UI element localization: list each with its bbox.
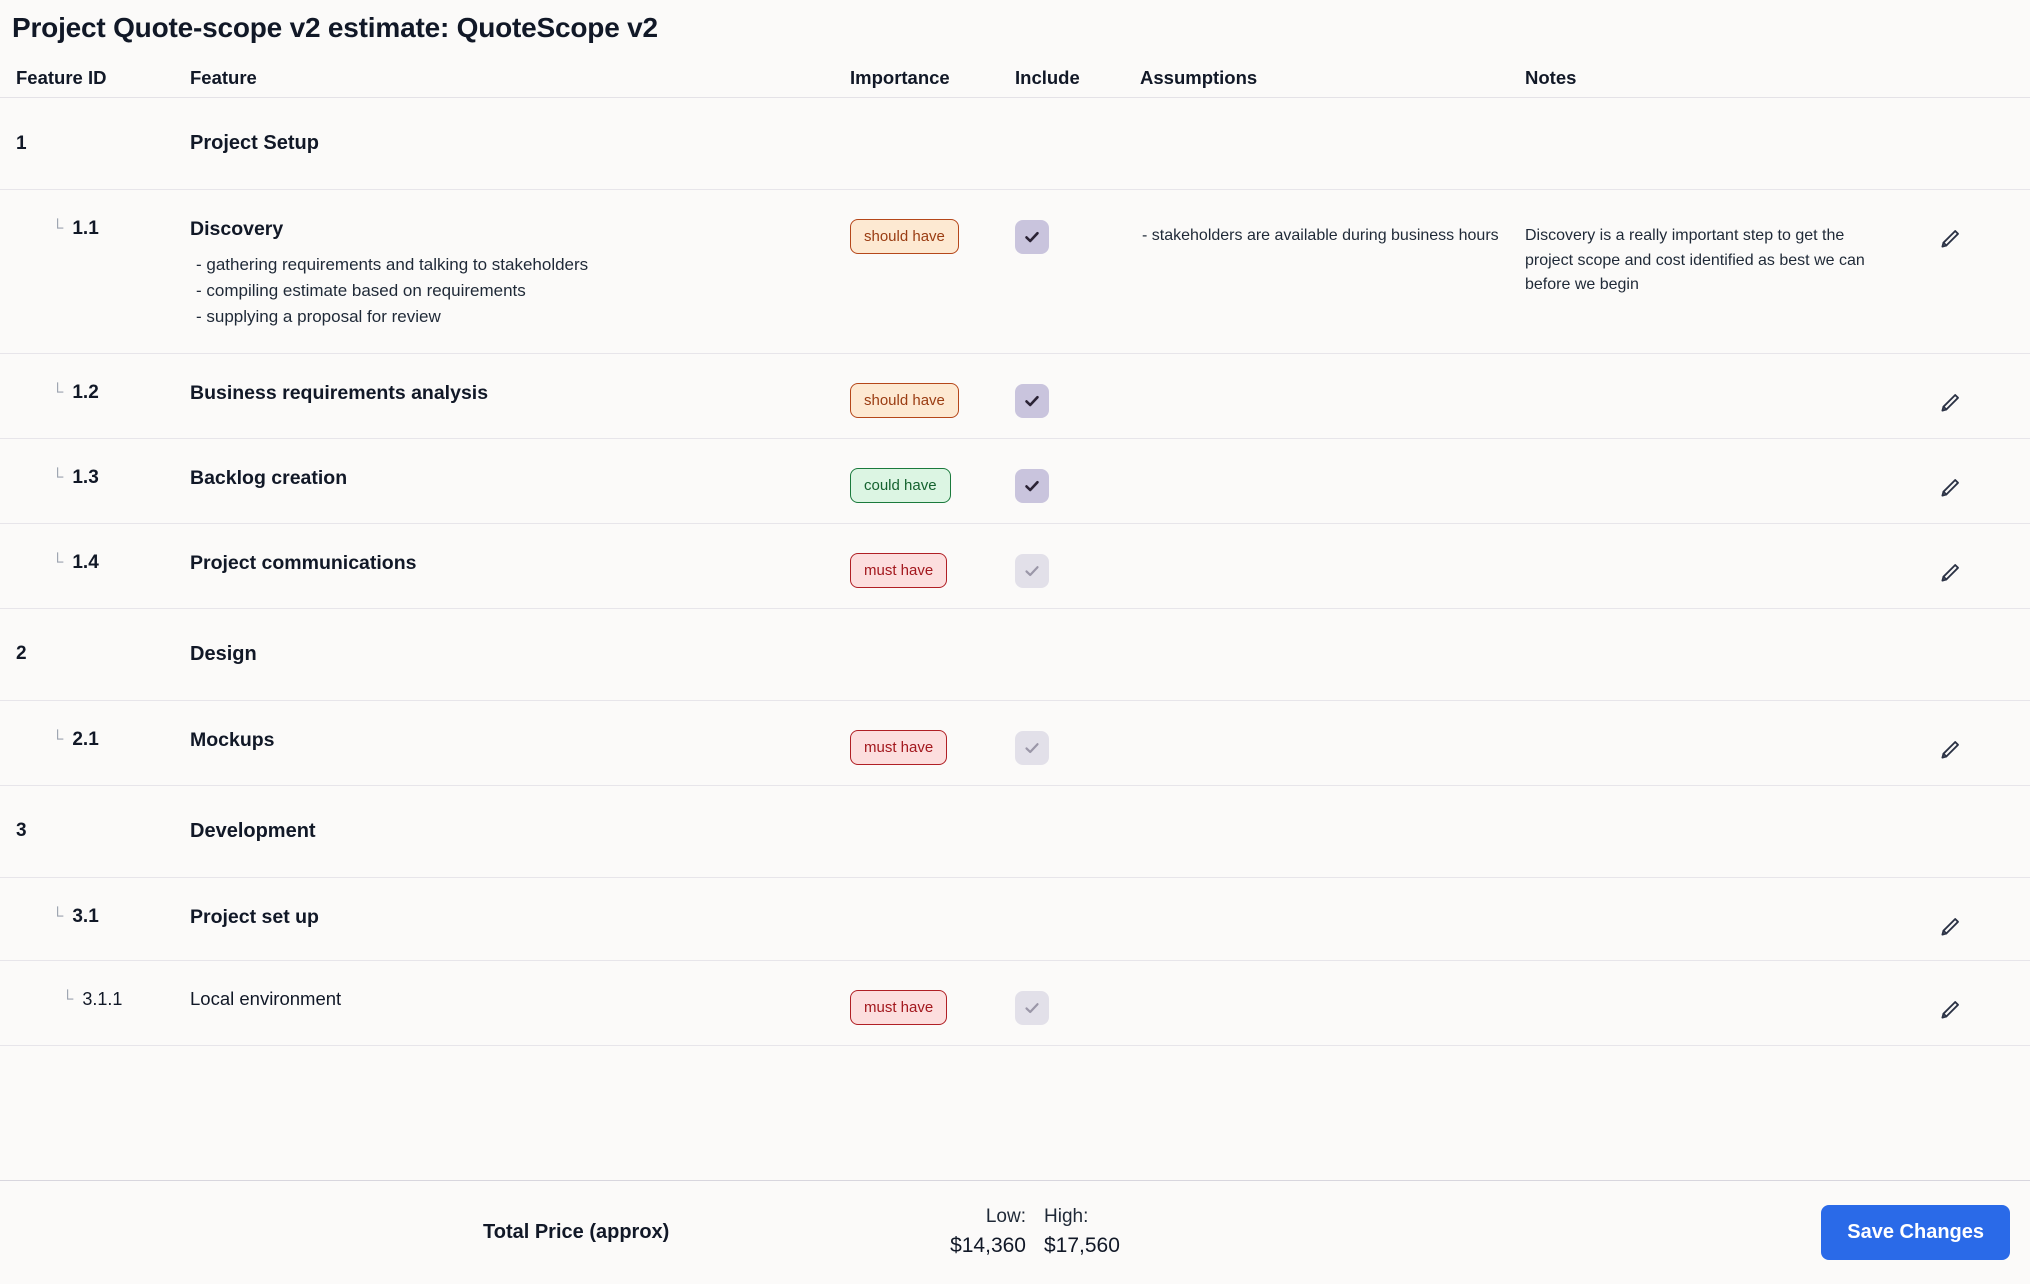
- column-header-notes: Notes: [1525, 69, 1905, 98]
- edit-row-button[interactable]: [1905, 983, 2030, 1023]
- edit-row-button[interactable]: [1905, 900, 2030, 940]
- column-header-feature: Feature: [180, 69, 850, 98]
- pencil-icon[interactable]: [1937, 226, 1963, 252]
- table-row[interactable]: └ 1.1 Discovery - gathering requirements an…: [0, 190, 2030, 353]
- feature-description: - gathering requirements and talking to …: [190, 252, 850, 331]
- section-id: 3: [16, 820, 27, 841]
- include-checkbox[interactable]: [1015, 469, 1049, 503]
- total-low: Low: $14,360: [918, 1204, 1026, 1261]
- table-row[interactable]: └ 1.4 Project communicationsmust have: [0, 524, 2030, 609]
- feature-id-cell: └ 1.2: [16, 376, 180, 404]
- feature-name: Project set up: [190, 900, 850, 930]
- section-id: 2: [16, 643, 27, 664]
- total-high-label: High:: [1044, 1204, 1088, 1231]
- tree-connector-icon: └: [52, 909, 63, 925]
- notes-text: Discovery is a really important step to …: [1525, 212, 1905, 297]
- table-row[interactable]: └ 2.1 Mockupsmust have: [0, 701, 2030, 786]
- edit-row-button[interactable]: [1905, 461, 2030, 501]
- total-high: High: $17,560: [1044, 1204, 1152, 1261]
- include-checkbox[interactable]: [1015, 220, 1049, 254]
- save-changes-button[interactable]: Save Changes: [1821, 1205, 2010, 1260]
- tree-connector-icon: └: [52, 555, 63, 571]
- feature-name: Local environment: [190, 983, 850, 1012]
- feature-id-cell: └ 1.3: [16, 461, 180, 489]
- feature-id: 1.4: [72, 552, 98, 574]
- total-low-label: Low:: [986, 1204, 1026, 1231]
- feature-id-cell: └ 1.4: [16, 546, 180, 574]
- feature-table-body: 1 Project Setup └ 1.1 Discovery - gathering r…: [0, 98, 2030, 1045]
- pencil-icon[interactable]: [1937, 560, 1963, 586]
- feature-id: 3.1: [72, 906, 98, 928]
- feature-name: Business requirements analysis: [190, 376, 850, 406]
- pencil-icon[interactable]: [1937, 390, 1963, 416]
- section-row: 3 Development: [0, 786, 2030, 878]
- table-row[interactable]: └ 1.2 Business requirements analysisshould…: [0, 354, 2030, 439]
- feature-id-cell: └ 1.1: [16, 212, 180, 240]
- feature-id: 1.1: [72, 218, 98, 240]
- column-header-include: Include: [1015, 69, 1140, 98]
- section-name: Project Setup: [190, 132, 319, 154]
- importance-badge[interactable]: should have: [850, 383, 959, 418]
- importance-badge[interactable]: must have: [850, 553, 947, 588]
- section-id: 1: [16, 133, 27, 154]
- edit-row-button[interactable]: [1905, 376, 2030, 416]
- include-checkbox[interactable]: [1015, 554, 1049, 588]
- assumptions-text: - stakeholders are available during busi…: [1140, 212, 1525, 248]
- importance-badge[interactable]: should have: [850, 219, 959, 254]
- feature-id-cell: └ 2.1: [16, 723, 180, 751]
- pencil-icon[interactable]: [1937, 997, 1963, 1023]
- column-header-assumptions: Assumptions: [1140, 69, 1525, 98]
- tree-connector-icon: └: [52, 470, 63, 486]
- tree-connector-icon: └: [52, 385, 63, 401]
- table-header: Feature ID Feature Importance Include As…: [0, 46, 2030, 98]
- page-title: Project Quote-scope v2 estimate: QuoteSc…: [0, 0, 2030, 46]
- feature-id: 2.1: [72, 729, 98, 751]
- section-row: 2 Design: [0, 609, 2030, 701]
- totals-group: Low: $14,360 High: $17,560: [918, 1204, 1152, 1261]
- total-low-value: $14,360: [950, 1231, 1026, 1261]
- feature-id: 3.1.1: [82, 989, 122, 1010]
- importance-badge[interactable]: must have: [850, 990, 947, 1025]
- feature-name: Project communications: [190, 546, 850, 576]
- tree-connector-icon: └: [52, 221, 63, 237]
- section-name: Development: [190, 820, 316, 842]
- table-row[interactable]: └ 3.1 Project set up: [0, 878, 2030, 961]
- pencil-icon[interactable]: [1937, 475, 1963, 501]
- quote-scope-page: Project Quote-scope v2 estimate: QuoteSc…: [0, 0, 2030, 1284]
- edit-row-button[interactable]: [1905, 723, 2030, 763]
- feature-name: Discovery: [190, 212, 850, 242]
- column-header-actions: [1905, 87, 2030, 97]
- feature-id-cell: └ 3.1.1: [16, 983, 180, 1010]
- importance-badge[interactable]: must have: [850, 730, 947, 765]
- include-checkbox[interactable]: [1015, 991, 1049, 1025]
- tree-connector-icon: └: [62, 992, 73, 1008]
- feature-name: Mockups: [190, 723, 850, 753]
- include-checkbox[interactable]: [1015, 384, 1049, 418]
- include-checkbox[interactable]: [1015, 731, 1049, 765]
- feature-name: Backlog creation: [190, 461, 850, 491]
- edit-row-button[interactable]: [1905, 212, 2030, 252]
- total-high-value: $17,560: [1044, 1231, 1120, 1261]
- pencil-icon[interactable]: [1937, 914, 1963, 940]
- description-line: - compiling estimate based on requiremen…: [196, 278, 850, 304]
- edit-row-button[interactable]: [1905, 546, 2030, 586]
- feature-id: 1.3: [72, 467, 98, 489]
- importance-badge[interactable]: could have: [850, 468, 951, 503]
- description-line: - gathering requirements and talking to …: [196, 252, 850, 278]
- section-row: 1 Project Setup: [0, 98, 2030, 190]
- tree-connector-icon: └: [52, 732, 63, 748]
- column-header-importance: Importance: [850, 69, 1015, 98]
- feature-id-cell: └ 3.1: [16, 900, 180, 928]
- section-name: Design: [190, 643, 257, 665]
- feature-id: 1.2: [72, 382, 98, 404]
- column-header-feature-id: Feature ID: [0, 69, 180, 98]
- pencil-icon[interactable]: [1937, 737, 1963, 763]
- table-row[interactable]: └ 1.3 Backlog creationcould have: [0, 439, 2030, 524]
- description-line: - supplying a proposal for review: [196, 304, 850, 330]
- table-row[interactable]: └ 3.1.1 Local environmentmust have: [0, 961, 2030, 1046]
- footer-bar: Total Price (approx) Low: $14,360 High: …: [0, 1180, 2030, 1284]
- total-price-label: Total Price (approx): [483, 1221, 669, 1244]
